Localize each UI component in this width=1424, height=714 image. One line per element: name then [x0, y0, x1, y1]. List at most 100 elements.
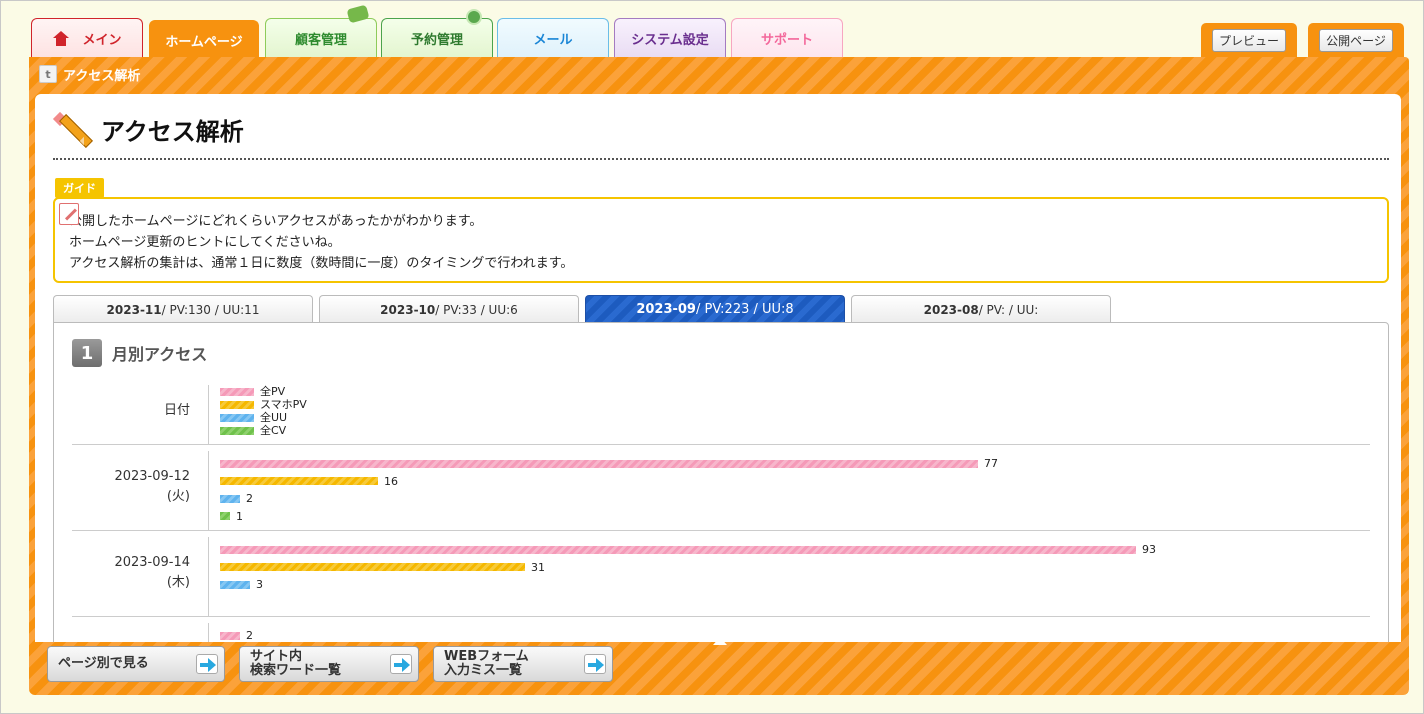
- bar-line-spv: 31: [220, 559, 1360, 577]
- row-date: 2023-09-12 (火): [72, 467, 190, 507]
- bar-value-uu: 3: [256, 578, 263, 592]
- tab-homepage-label: ホームページ: [165, 35, 243, 50]
- bar-spv: [220, 563, 525, 572]
- public-page-tab: 公開ページ: [1308, 23, 1404, 57]
- table-row: 2023-09-14 (木) 93 31 3: [72, 531, 1370, 617]
- tab-system-settings[interactable]: システム設定: [614, 18, 726, 58]
- app-frame: メイン ホームページ 顧客管理 予約管理 メール システム設定 サポート プレビ…: [0, 0, 1424, 714]
- month-tab-month: 2023-10: [380, 302, 436, 317]
- public-page-button[interactable]: 公開ページ: [1319, 28, 1393, 52]
- legend-row: 日付 全PV スマホPV 全UU 全CV: [72, 379, 1370, 445]
- row-date: 2023-09-14 (木): [72, 553, 190, 593]
- bar-value-pv: 77: [984, 457, 998, 471]
- bar-value-spv: 16: [384, 474, 398, 488]
- section-title-text: 月別アクセス: [112, 345, 208, 364]
- tab-reservation[interactable]: 予約管理: [381, 9, 493, 58]
- content-area: アクセス解析 ガイド 公開したホームページにどれくらいアクセスがあったかがわかり…: [35, 94, 1401, 642]
- bar-line-pv: 77: [220, 455, 1360, 473]
- pointer-notch: [713, 637, 727, 645]
- month-tab-month: 2023-08: [923, 302, 979, 317]
- guide-line: ホームページ更新のヒントにしてくださいね。: [69, 235, 341, 250]
- divider: [53, 158, 1389, 160]
- tab-mail[interactable]: メール: [497, 18, 609, 58]
- web-form-errors-button[interactable]: WEBフォーム 入力ミス一覧: [433, 646, 613, 682]
- legend-item-cv: 全CV: [220, 424, 307, 437]
- tab-system-label: システム設定: [631, 33, 709, 48]
- month-tab-month: 2023-09: [636, 302, 696, 317]
- bar-line-uu: 2: [220, 490, 1360, 508]
- panel-header: t アクセス解析: [39, 63, 140, 85]
- bar-pv: [220, 631, 240, 640]
- tab-support-label: サポート: [760, 33, 813, 48]
- row-date-value: 2023-09-14: [114, 555, 190, 570]
- guide-box: 公開したホームページにどれくらいアクセスがあったかがわかります。 ホームページ更…: [53, 197, 1389, 283]
- bar-line-spv: 16: [220, 473, 1360, 491]
- bar-value-uu: 2: [246, 492, 253, 506]
- guide-tag: ガイド: [55, 178, 104, 198]
- bar-group: 93 31 3: [220, 541, 1360, 594]
- month-tab-2023-09[interactable]: 2023-09/ PV:223 / UU:8: [585, 295, 845, 323]
- date-header: 日付: [163, 403, 190, 418]
- pencil-icon: [52, 110, 93, 148]
- page-title: アクセス解析: [52, 110, 244, 148]
- month-tab-stats: / PV: / UU:: [978, 302, 1039, 317]
- bar-uu: [220, 580, 250, 589]
- bar-line-pv: 93: [220, 541, 1360, 559]
- panel-header-title: アクセス解析: [63, 68, 141, 84]
- arrow-right-icon: [196, 654, 218, 674]
- main-panel: t アクセス解析 アクセス解析 ガイド 公開したホームページにどれくらいアクセス…: [29, 57, 1409, 695]
- legend-label: 全UU: [260, 411, 288, 424]
- bar-value-pv: 2: [246, 629, 253, 642]
- view-by-page-button[interactable]: ページ別で見る: [47, 646, 225, 682]
- site-search-words-button[interactable]: サイト内 検索ワード一覧: [239, 646, 419, 682]
- badge-icon: [466, 9, 482, 25]
- column-divider: [208, 623, 209, 642]
- bar-group: 2: [220, 627, 1360, 642]
- bar-pv: [220, 459, 978, 468]
- month-tab-2023-11[interactable]: 2023-11/ PV:130 / UU:11: [53, 295, 313, 323]
- preview-button[interactable]: プレビュー: [1211, 28, 1286, 52]
- legend-label: スマホPV: [260, 398, 307, 411]
- swatch-uu: [220, 413, 254, 422]
- house-icon: [52, 30, 70, 47]
- preview-tab: プレビュー: [1201, 23, 1297, 57]
- month-tab-2023-08[interactable]: 2023-08/ PV: / UU:: [851, 295, 1111, 323]
- bar-pv: [220, 545, 1136, 554]
- money-icon: [346, 4, 370, 24]
- column-divider: [208, 537, 209, 617]
- column-divider: [208, 385, 209, 445]
- page-title-text: アクセス解析: [101, 117, 244, 146]
- legend: 全PV スマホPV 全UU 全CV: [220, 385, 307, 437]
- tab-mail-label: メール: [533, 33, 573, 48]
- button-label: サイト内 検索ワード一覧: [250, 649, 342, 678]
- button-label: ページ別で見る: [58, 656, 149, 671]
- bar-uu: [220, 494, 240, 503]
- month-tab-2023-10[interactable]: 2023-10/ PV:33 / UU:6: [319, 295, 579, 323]
- arrow-right-icon: [584, 654, 606, 674]
- button-label: WEBフォーム 入力ミス一覧: [444, 649, 529, 678]
- arrow-right-icon: [390, 654, 412, 674]
- month-tab-stats: / PV:130 / UU:11: [161, 302, 260, 317]
- tab-support[interactable]: サポート: [731, 18, 843, 58]
- bar-group: 77 16 2 1: [220, 455, 1360, 525]
- month-tab-month: 2023-11: [106, 302, 162, 317]
- bar-value-spv: 31: [531, 560, 545, 574]
- legend-item-spv: スマホPV: [220, 398, 307, 411]
- table-row: 2023-09-12 (火) 77 16 2 1: [72, 445, 1370, 531]
- tab-main[interactable]: メイン: [31, 18, 143, 58]
- legend-item-pv: 全PV: [220, 385, 307, 398]
- tab-homepage[interactable]: ホームページ: [149, 20, 259, 60]
- bar-line-cv: 1: [220, 508, 1360, 526]
- tab-customer[interactable]: 顧客管理: [265, 4, 377, 58]
- tab-main-label: メイン: [82, 33, 122, 48]
- guide-line: アクセス解析の集計は、通常１日に数度（数時間に一度）のタイミングで行われます。: [69, 256, 574, 271]
- bar-cv: [220, 512, 230, 521]
- number-badge: 1: [72, 339, 102, 367]
- guide-line: 公開したホームページにどれくらいアクセスがあったかがわかります。: [69, 214, 483, 229]
- tab-customer-label: 顧客管理: [294, 33, 347, 48]
- bar-spv: [220, 477, 378, 486]
- month-tab-stats: / PV:223 / UU:8: [695, 302, 794, 317]
- bar-line-uu: 3: [220, 576, 1360, 594]
- section-title: 1 月別アクセス: [72, 339, 207, 367]
- column-divider: [208, 451, 209, 531]
